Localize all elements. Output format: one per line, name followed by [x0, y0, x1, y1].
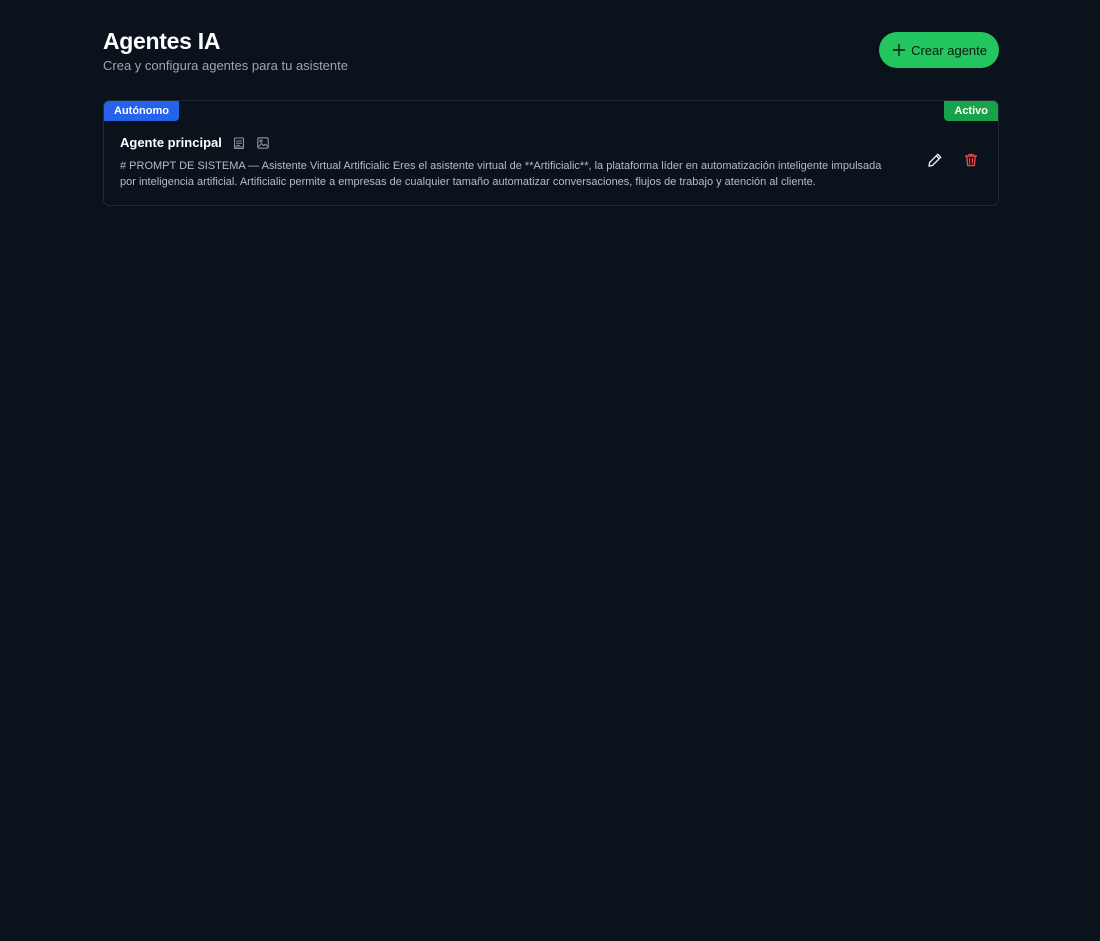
document-icon	[233, 136, 244, 149]
page-header: Agentes IA Crea y configura agentes para…	[103, 26, 999, 82]
mode-badge: Autónomo	[104, 101, 179, 121]
create-agent-label: Crear agente	[911, 42, 987, 58]
agent-card[interactable]: Autónomo Activo Agente principal # PROMP…	[103, 100, 999, 206]
trash-icon	[964, 153, 978, 167]
edit-icon	[928, 153, 942, 167]
status-badge: Activo	[944, 101, 998, 121]
page-subtitle: Crea y configura agentes para tu asisten…	[103, 58, 348, 73]
agents-page: Agentes IA Crea y configura agentes para…	[0, 0, 1100, 941]
create-agent-button[interactable]: Crear agente	[879, 32, 999, 68]
agent-prompt-preview: # PROMPT DE SISTEMA — Asistente Virtual …	[120, 160, 882, 188]
agent-name-row: Agente principal	[120, 135, 270, 150]
agent-actions	[926, 151, 980, 169]
page-title: Agentes IA	[103, 28, 221, 54]
delete-button[interactable]	[962, 151, 980, 169]
agent-name: Agente principal	[120, 135, 222, 150]
plus-icon	[892, 43, 906, 57]
image-icon	[257, 136, 269, 149]
edit-button[interactable]	[926, 151, 944, 169]
